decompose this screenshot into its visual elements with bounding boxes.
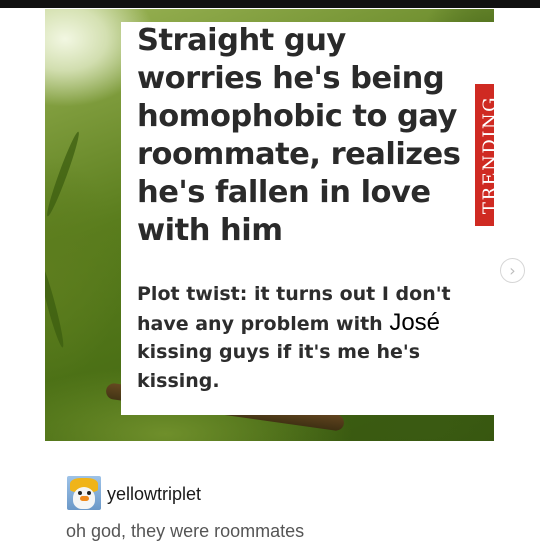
avatar-eye — [78, 491, 82, 495]
post-image[interactable]: Straight guy worries he's being homophob… — [45, 9, 494, 441]
background-sprig — [45, 130, 83, 218]
article-card: Straight guy worries he's being homophob… — [121, 22, 494, 415]
trending-tag: TRENDING — [475, 84, 494, 226]
avatar-eye — [87, 491, 91, 495]
article-subtext: Plot twist: it turns out I don't have an… — [137, 280, 494, 395]
avatar-beak — [80, 496, 89, 501]
username-link[interactable]: yellowtriplet — [107, 484, 201, 505]
trending-label: TRENDING — [479, 95, 494, 215]
chevron-right-icon: › — [509, 261, 516, 280]
next-image-button[interactable]: › — [500, 258, 525, 283]
post-caption: oh god, they were roommates — [66, 521, 305, 541]
background-sprig — [45, 259, 67, 349]
subtext-name: José — [389, 308, 441, 336]
top-bar — [0, 0, 540, 8]
article-headline: Straight guy worries he's being homophob… — [137, 23, 461, 248]
subtext-after: kissing guys if it's me he's kissing. — [137, 341, 421, 392]
avatar[interactable] — [67, 476, 101, 510]
